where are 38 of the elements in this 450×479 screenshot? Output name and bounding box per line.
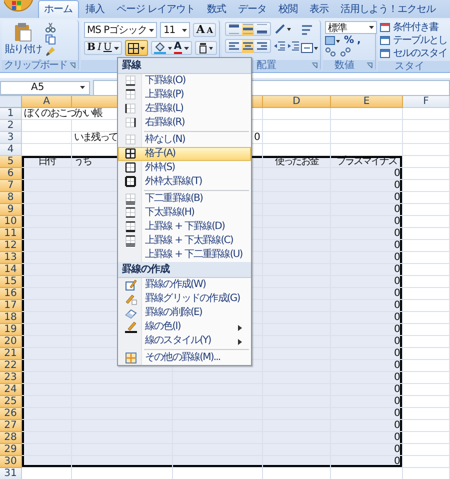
cell-text: 0 — [394, 240, 400, 251]
cell-text: 0 — [394, 180, 400, 191]
menu-section-header: 罫線の作成 — [118, 262, 251, 278]
cell-text: 0 — [394, 288, 400, 299]
cell-text: 0 — [394, 432, 400, 443]
cell-text: 0 — [254, 132, 260, 143]
cell-text: 0 — [394, 204, 400, 215]
cell-text: 0 — [394, 264, 400, 275]
cell-text: 0 — [394, 228, 400, 239]
group-label: 数値 — [334, 60, 354, 71]
cell-text: 日付 — [38, 156, 56, 167]
cell-text: 0 — [394, 372, 400, 383]
cell-text: ぼくのおこづかい帳 — [23, 108, 102, 119]
cell-text: 0 — [394, 456, 400, 467]
cell-text: 0 — [394, 276, 400, 287]
group-label: 配置 — [256, 60, 276, 71]
cell-text: 0 — [394, 324, 400, 335]
group-label: スタイ — [394, 61, 424, 72]
cell-text: 0 — [394, 168, 400, 179]
menu-section-header: 罫線 — [118, 58, 251, 74]
cell-text: 0 — [394, 252, 400, 263]
cell-text: うち — [73, 156, 92, 167]
cell-text: 0 — [394, 420, 400, 431]
cell-text: 0 — [394, 384, 400, 395]
cell-text: 0 — [394, 396, 400, 407]
cell-text: 0 — [394, 348, 400, 359]
cell-text: 0 — [394, 312, 400, 323]
cell-text: 0 — [394, 408, 400, 419]
group-label: クリップボード — [4, 60, 67, 71]
cell-text: 0 — [394, 360, 400, 371]
cell-text: 0 — [394, 216, 400, 227]
cell-text: 0 — [394, 336, 400, 347]
cell-text: 0 — [394, 192, 400, 203]
cell-text: 0 — [394, 300, 400, 311]
cell-text: プラスマイナス — [336, 156, 397, 167]
cell-text: いま残って — [73, 132, 118, 143]
cell-text: 使ったお金 — [274, 156, 318, 167]
cell-text: 0 — [394, 444, 400, 455]
